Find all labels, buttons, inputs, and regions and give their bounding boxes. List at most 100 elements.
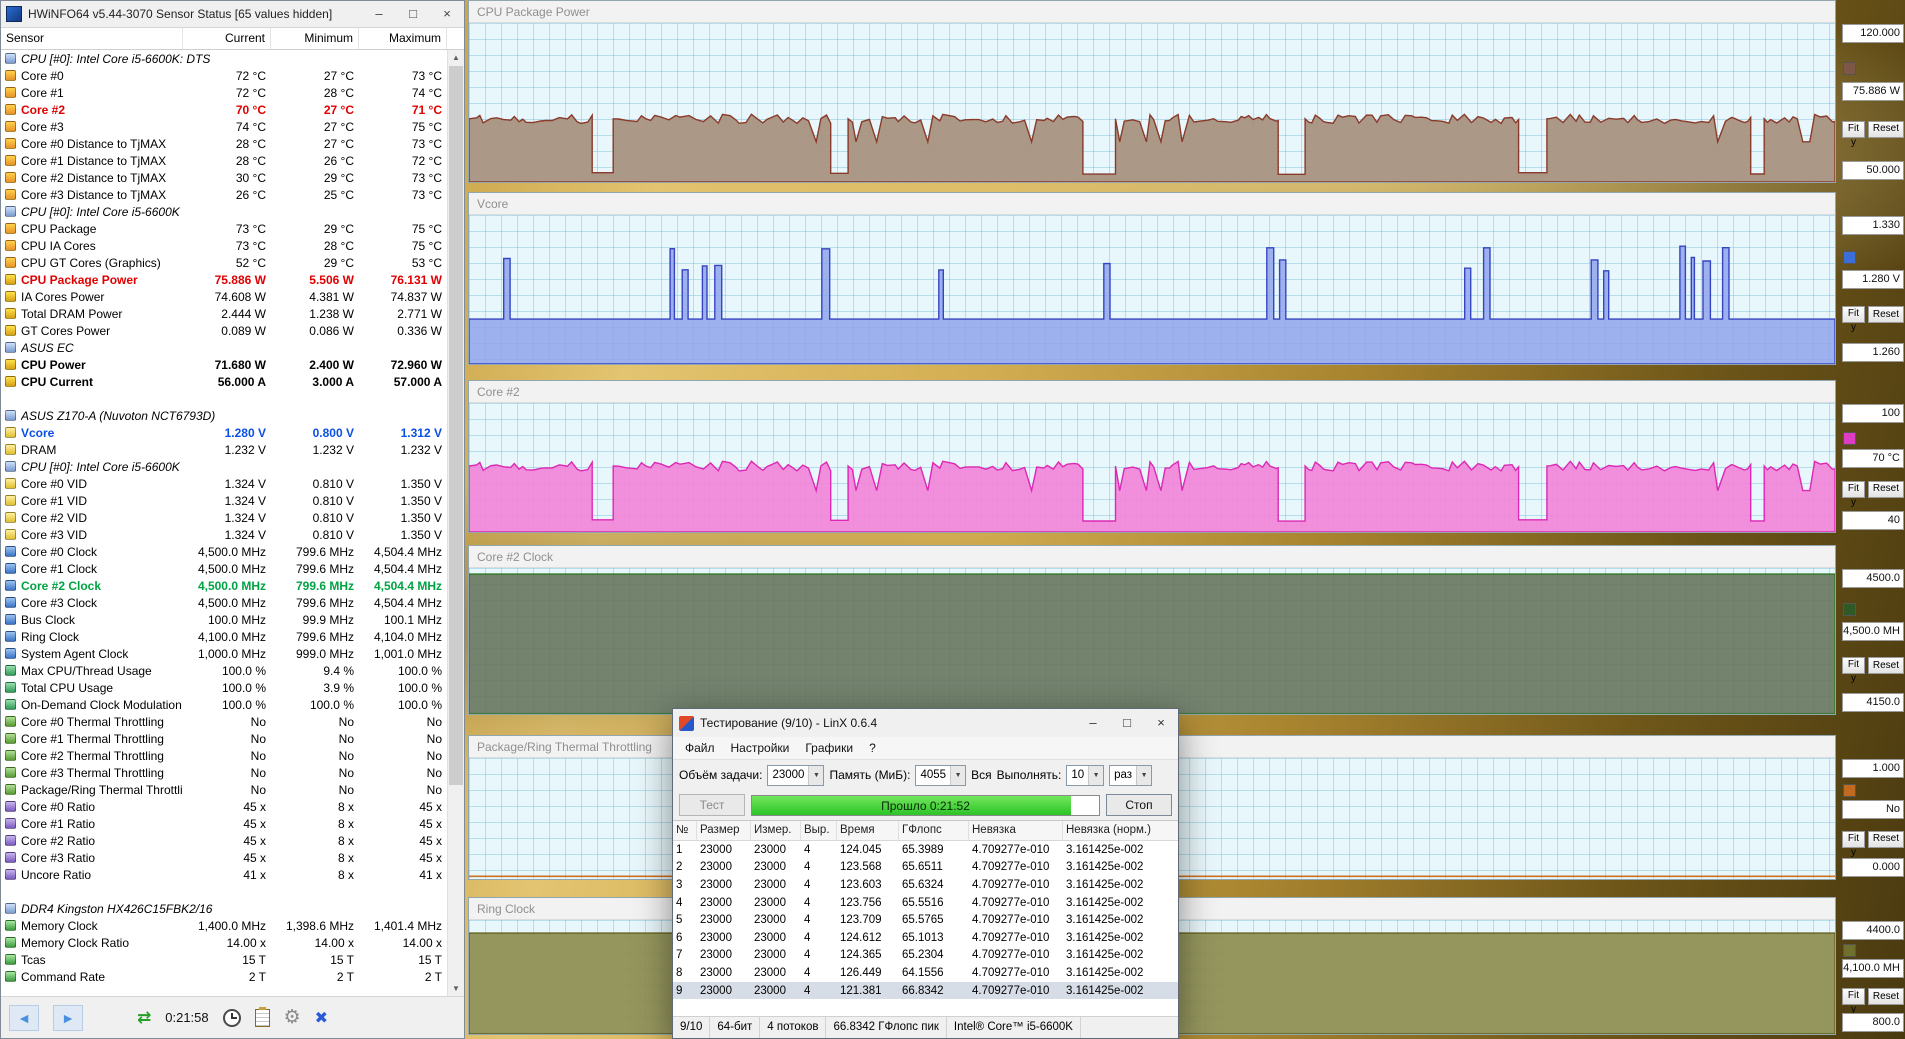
sensor-row[interactable]: Tcas 15 T 15 T 15 T [1, 951, 447, 968]
sensor-row[interactable]: Core #3 Clock 4,500.0 MHz 799.6 MHz 4,504.4… [1, 594, 447, 611]
sensor-row[interactable]: CPU IA Cores 73 °C 28 °C 75 °C [1, 237, 447, 254]
results-column-header[interactable]: Выр. [801, 821, 837, 840]
results-column-header[interactable]: Время [837, 821, 899, 840]
scale-max-box[interactable]: 4400.0 [1842, 921, 1904, 940]
clock-icon[interactable] [222, 1008, 241, 1027]
run-unit-combobox[interactable]: раз ▼ [1109, 764, 1153, 786]
sensor-row[interactable]: Core #2 Ratio 45 x 8 x 45 x [1, 832, 447, 849]
close-sensors-icon[interactable]: ✖ [315, 1008, 328, 1028]
reset-button[interactable]: Reset [1867, 830, 1904, 848]
fit-y-button[interactable]: Fit y [1842, 480, 1865, 508]
logging-icon[interactable] [254, 1006, 270, 1027]
sensor-row[interactable]: Uncore Ratio 41 x 8 x 41 x [1, 866, 447, 883]
sensor-row[interactable]: Command Rate 2 T 2 T 2 T [1, 968, 447, 985]
scale-max-box[interactable]: 120.000 [1842, 24, 1904, 43]
scale-max-box[interactable]: 1.330 [1842, 216, 1904, 235]
maximize-button[interactable]: □ [396, 1, 430, 27]
sensor-row[interactable]: Core #1 Distance to TjMAX 28 °C 26 °C 72 °C [1, 152, 447, 169]
scale-max-box[interactable]: 4500.0 [1842, 569, 1904, 588]
scale-min-box[interactable]: 0.000 [1842, 858, 1904, 877]
sensor-group-row[interactable]: CPU [#0]: Intel Core i5-6600K [1, 458, 447, 475]
maximize-button[interactable]: □ [1110, 709, 1144, 737]
result-row[interactable]: 6 23000 23000 4 124.612 65.1013 4.709277e-010 3… [673, 929, 1178, 947]
hwinfo-titlebar[interactable]: HWiNFO64 v5.44-3070 Sensor Status [65 va… [1, 1, 464, 28]
menu-item[interactable]: Настройки [723, 737, 798, 759]
sensor-row[interactable]: Core #1 VID 1.324 V 0.810 V 1.350 V [1, 492, 447, 509]
column-header-sensor[interactable]: Sensor [1, 28, 183, 49]
sensor-row[interactable]: CPU Package 73 °C 29 °C 75 °C [1, 220, 447, 237]
sensor-row[interactable]: DRAM 1.232 V 1.232 V 1.232 V [1, 441, 447, 458]
sensor-row[interactable]: Core #0 Clock 4,500.0 MHz 799.6 MHz 4,504.4… [1, 543, 447, 560]
graph-title[interactable]: Core #2 [469, 381, 1835, 403]
sensor-row[interactable]: Core #0 Distance to TjMAX 28 °C 27 °C 73 °C [1, 135, 447, 152]
results-column-header[interactable]: № [673, 821, 697, 840]
sensor-row[interactable]: Vcore 1.280 V 0.800 V 1.312 V [1, 424, 447, 441]
menu-item[interactable]: Графики [797, 737, 861, 759]
sensor-row[interactable]: Core #2 Thermal Throttling No No No [1, 747, 447, 764]
results-column-header[interactable]: Невязка (норм.) [1063, 821, 1178, 840]
sensor-row[interactable]: On-Demand Clock Modulation 100.0 % 100.0 %… [1, 696, 447, 713]
result-row[interactable]: 2 23000 23000 4 123.568 65.6511 4.709277e-010 3… [673, 859, 1178, 877]
sensor-row[interactable]: Total DRAM Power 2.444 W 1.238 W 2.771 W [1, 305, 447, 322]
sensor-row[interactable]: Core #2 70 °C 27 °C 71 °C [1, 101, 447, 118]
result-row[interactable]: 3 23000 23000 4 123.603 65.6324 4.709277e-010 3… [673, 876, 1178, 894]
fit-y-button[interactable]: Fit y [1842, 830, 1865, 858]
all-memory-label[interactable]: Вся [971, 768, 992, 782]
sensor-row[interactable]: CPU Package Power 75.886 W 5.506 W 76.131 W [1, 271, 447, 288]
sensor-row[interactable]: Core #3 Thermal Throttling No No No [1, 764, 447, 781]
sensor-row[interactable]: Core #1 Ratio 45 x 8 x 45 x [1, 815, 447, 832]
graph-title[interactable]: Core #2 Clock [469, 546, 1835, 568]
sensor-row[interactable]: Ring Clock 4,100.0 MHz 799.6 MHz 4,104.0 MH… [1, 628, 447, 645]
results-column-header[interactable]: Размер [697, 821, 751, 840]
sensor-row[interactable]: Core #2 VID 1.324 V 0.810 V 1.350 V [1, 509, 447, 526]
menu-item[interactable]: Файл [677, 737, 723, 759]
reset-button[interactable]: Reset [1867, 306, 1904, 324]
sensor-row[interactable]: Core #0 VID 1.324 V 0.810 V 1.350 V [1, 475, 447, 492]
reset-button[interactable]: Reset [1867, 988, 1904, 1006]
column-header-current[interactable]: Current [183, 28, 271, 49]
minimize-button[interactable]: – [362, 1, 396, 27]
scale-max-box[interactable]: 100 [1842, 404, 1904, 423]
reset-button[interactable]: Reset [1867, 657, 1904, 675]
sensor-row[interactable]: Package/Ring Thermal Throttling No No No [1, 781, 447, 798]
column-header-minimum[interactable]: Minimum [271, 28, 359, 49]
results-column-header[interactable]: Невязка [969, 821, 1063, 840]
result-row[interactable]: 9 23000 23000 4 121.381 66.8342 4.709277e-010 3… [673, 981, 1178, 1000]
results-column-header[interactable]: ГФлопс [899, 821, 969, 840]
scale-min-box[interactable]: 40 [1842, 511, 1904, 530]
sensor-row[interactable]: Memory Clock Ratio 14.00 x 14.00 x 14.00 x [1, 934, 447, 951]
minimize-button[interactable]: – [1076, 709, 1110, 737]
sensor-row[interactable]: Core #1 72 °C 28 °C 74 °C [1, 84, 447, 101]
sensor-row[interactable]: Core #0 72 °C 27 °C 73 °C [1, 67, 447, 84]
close-button[interactable]: × [1144, 709, 1178, 737]
back-button[interactable]: ◄ [9, 1004, 39, 1031]
settings-gear-icon[interactable]: ⚙ [284, 1006, 301, 1029]
results-column-header[interactable]: Измер. [751, 821, 801, 840]
sensor-row[interactable]: Memory Clock 1,400.0 MHz 1,398.6 MHz 1,401.… [1, 917, 447, 934]
sensor-group-row[interactable]: ASUS EC [1, 339, 447, 356]
sensor-row[interactable]: Core #3 74 °C 27 °C 75 °C [1, 118, 447, 135]
linx-titlebar[interactable]: Тестирование (9/10) - LinX 0.6.4 – □ × [673, 709, 1178, 737]
scale-min-box[interactable]: 4150.0 [1842, 693, 1904, 712]
sensor-row[interactable]: Core #1 Clock 4,500.0 MHz 799.6 MHz 4,504.4… [1, 560, 447, 577]
result-row[interactable]: 8 23000 23000 4 126.449 64.1556 4.709277e-010 3… [673, 964, 1178, 982]
result-row[interactable]: 7 23000 23000 4 124.365 65.2304 4.709277e-010 3… [673, 947, 1178, 965]
scroll-down-icon[interactable]: ▼ [448, 981, 464, 996]
sensor-row[interactable]: Core #3 VID 1.324 V 0.810 V 1.350 V [1, 526, 447, 543]
graph-title[interactable]: Vcore [469, 193, 1835, 215]
sensor-row[interactable]: Core #0 Thermal Throttling No No No [1, 713, 447, 730]
test-button[interactable]: Тест [679, 794, 745, 816]
sensor-group-row[interactable]: DDR4 Kingston HX426C15FBK2/16 [1, 900, 447, 917]
sensor-row[interactable]: GT Cores Power 0.089 W 0.086 W 0.336 W [1, 322, 447, 339]
sensor-row[interactable]: Total CPU Usage 100.0 % 3.9 % 100.0 % [1, 679, 447, 696]
fit-y-button[interactable]: Fit y [1842, 120, 1865, 148]
result-row[interactable]: 5 23000 23000 4 123.709 65.5765 4.709277e-010 3… [673, 911, 1178, 929]
sensor-row[interactable]: Core #3 Ratio 45 x 8 x 45 x [1, 849, 447, 866]
run-count-combobox[interactable]: 10 ▼ [1066, 764, 1105, 786]
sensor-row[interactable]: IA Cores Power 74.608 W 4.381 W 74.837 W [1, 288, 447, 305]
menu-item[interactable]: ? [861, 737, 884, 759]
sensor-row[interactable]: CPU Current 56.000 A 3.000 A 57.000 A [1, 373, 447, 390]
sensor-row[interactable]: CPU Power 71.680 W 2.400 W 72.960 W [1, 356, 447, 373]
sensor-row[interactable]: CPU GT Cores (Graphics) 52 °C 29 °C 53 °C [1, 254, 447, 271]
forward-button[interactable]: ► [53, 1004, 83, 1031]
